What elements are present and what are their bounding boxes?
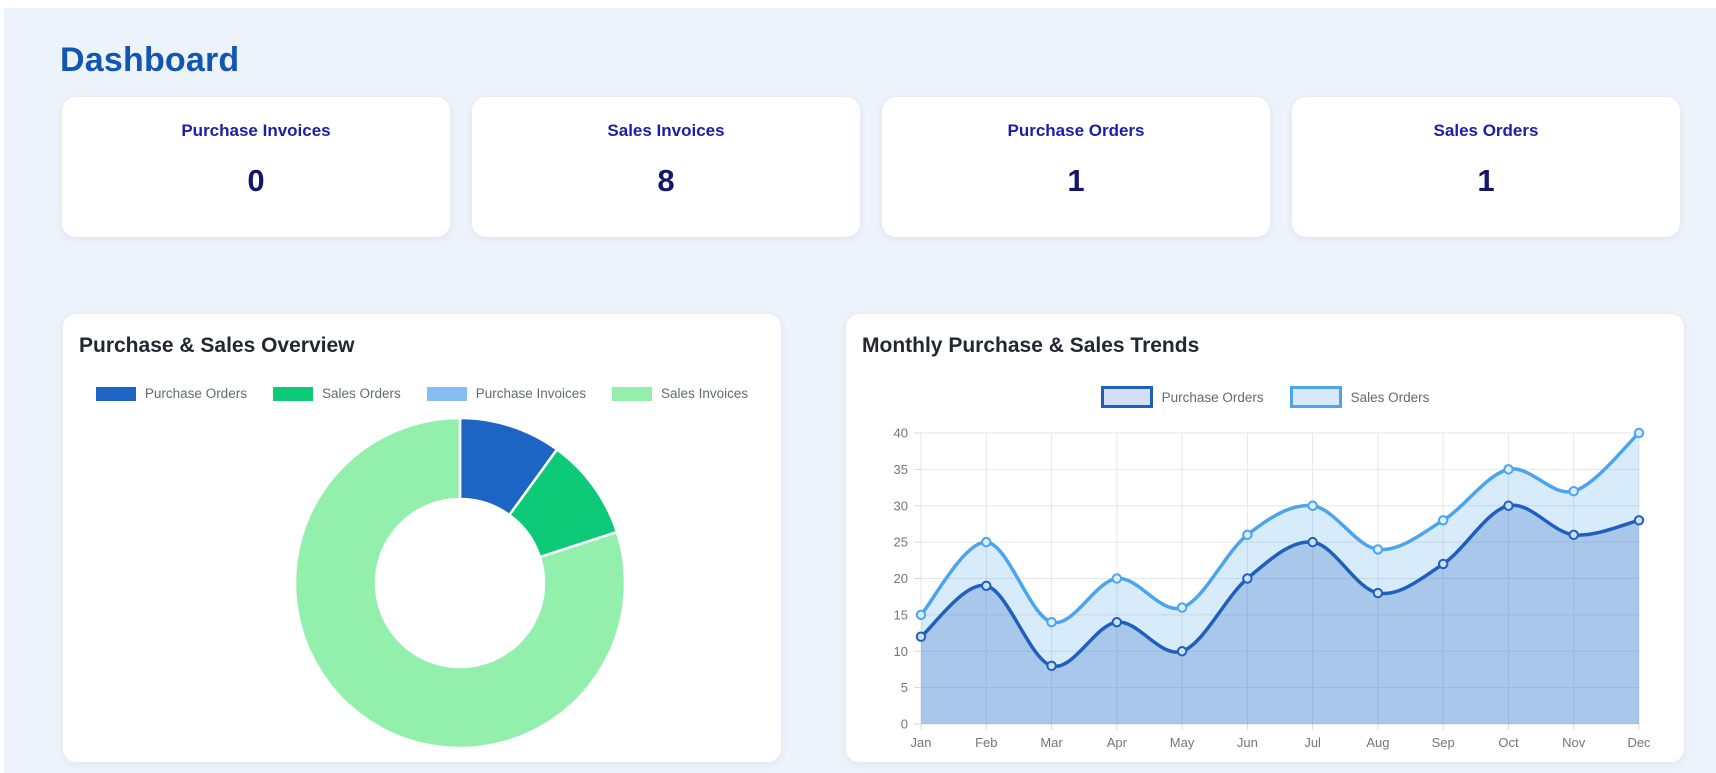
stat-value: 8	[657, 163, 675, 198]
svg-text:Jan: Jan	[911, 735, 932, 750]
svg-text:15: 15	[894, 607, 908, 622]
svg-text:10: 10	[894, 644, 908, 659]
svg-text:Mar: Mar	[1040, 735, 1063, 750]
svg-text:0: 0	[901, 717, 908, 732]
svg-text:Jun: Jun	[1237, 735, 1258, 750]
stat-card-purchase-orders: Purchase Orders 1	[882, 97, 1270, 237]
stat-value: 1	[1477, 163, 1495, 198]
stat-label: Purchase Invoices	[181, 121, 331, 140]
svg-text:40: 40	[894, 426, 908, 441]
svg-text:20: 20	[894, 571, 908, 586]
stat-value: 1	[1067, 163, 1085, 198]
stat-label: Purchase Orders	[1007, 121, 1145, 140]
overview-chart-card: Purchase & Sales Overview Purchase Order…	[62, 313, 782, 763]
stat-label: Sales Invoices	[607, 121, 725, 140]
stat-value: 0	[247, 163, 265, 198]
stat-card-sales-invoices: Sales Invoices 8	[472, 97, 860, 237]
page-title: Dashboard	[60, 40, 240, 79]
stat-card-purchase-invoices: Purchase Invoices 0	[62, 97, 450, 237]
svg-text:35: 35	[894, 462, 908, 477]
stat-label: Sales Orders	[1433, 121, 1539, 140]
svg-text:Nov: Nov	[1562, 735, 1586, 750]
svg-text:Apr: Apr	[1107, 735, 1128, 750]
svg-text:Feb: Feb	[975, 735, 997, 750]
svg-text:Aug: Aug	[1366, 735, 1389, 750]
svg-text:Oct: Oct	[1498, 735, 1519, 750]
overview-donut-chart	[293, 416, 627, 750]
svg-text:Jul: Jul	[1304, 735, 1321, 750]
svg-text:Sep: Sep	[1432, 735, 1455, 750]
trends-chart-card: Monthly Purchase & Sales Trends Purchase…	[845, 313, 1685, 763]
stat-card-sales-orders: Sales Orders 1	[1292, 97, 1680, 237]
svg-text:5: 5	[901, 680, 908, 695]
svg-text:Dec: Dec	[1627, 735, 1651, 750]
svg-text:May: May	[1170, 735, 1195, 750]
svg-text:30: 30	[894, 498, 908, 513]
trends-line-chart: 0 5 10 15 20 25 30 35 40 Jan Feb Mar Apr May Jun Jul Aug…	[894, 426, 1652, 751]
svg-text:25: 25	[894, 535, 908, 550]
stats-row: Purchase Invoices 0 Sales Invoices 8 Pur…	[62, 97, 1680, 237]
